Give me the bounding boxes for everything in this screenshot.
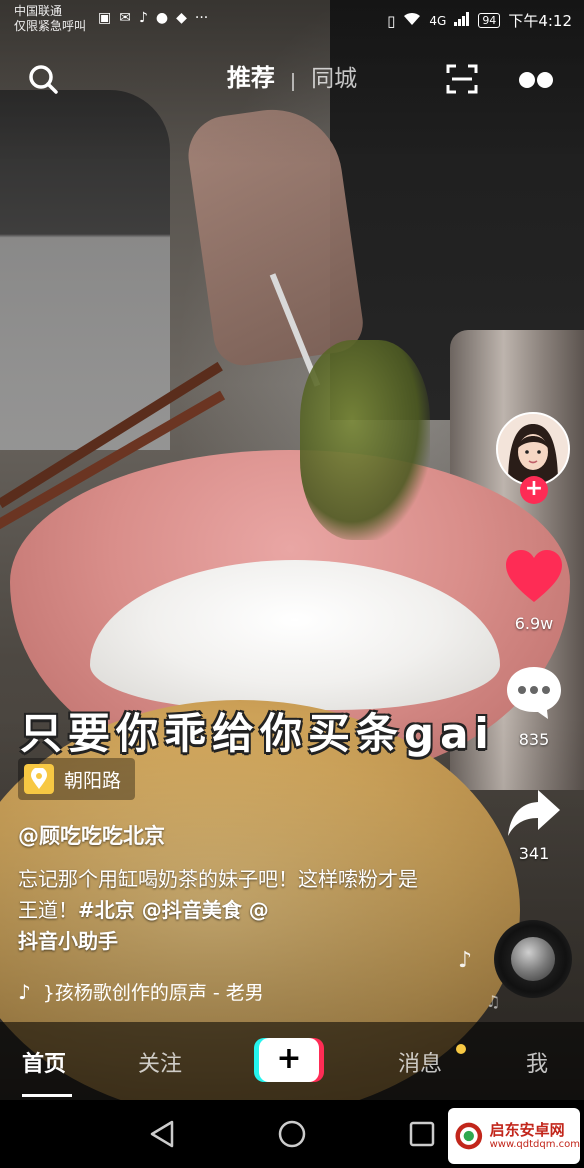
music-cover-icon	[511, 937, 555, 981]
avatar[interactable]	[496, 412, 570, 486]
location-tag[interactable]: 朝阳路	[18, 758, 136, 800]
hashtag-link[interactable]: #北京	[78, 898, 135, 922]
tiktok-note-icon: ♪	[18, 979, 31, 1004]
music-title: }孩杨歌创作的原声 - 老男	[42, 982, 264, 1004]
back-icon[interactable]	[146, 1118, 178, 1150]
tab-recommend[interactable]: 推荐	[221, 58, 281, 93]
active-tab-indicator	[22, 1094, 72, 1097]
author-name[interactable]: @顾吃吃吃北京	[18, 820, 165, 850]
tiktok-icon: ♪	[138, 10, 148, 26]
watermark-url: www.qdtdqm.com	[489, 1139, 580, 1150]
system-status: ▯ 4G 94 下午4:12	[387, 10, 572, 31]
create-button[interactable]: +	[254, 1038, 324, 1082]
like-count: 6.9w	[514, 614, 554, 633]
heart-icon[interactable]	[504, 548, 564, 604]
notification-dot	[456, 1044, 466, 1054]
screen: 中国联通 仅限紧急呼叫 ▣ ✉ ♪ ● ◆ ··· ▯ 4G 94 下午4:12	[0, 0, 584, 1168]
more-icon[interactable]	[518, 70, 554, 90]
notification-icons: ▣ ✉ ♪ ● ◆ ···	[98, 10, 208, 26]
scan-icon[interactable]	[446, 64, 478, 94]
battery-icon: 94	[478, 13, 501, 28]
carrier-info: 中国联通 仅限紧急呼叫	[14, 4, 86, 34]
plus-icon: +	[259, 1038, 319, 1082]
location-pin-icon	[24, 764, 54, 794]
feed-tabs: 推荐 同城	[0, 58, 584, 93]
video-subtitle: 只要你乖给你买条gai	[20, 709, 495, 758]
gallery-icon: ▣	[98, 10, 112, 26]
music-note-icon: ♫	[486, 992, 501, 1011]
network-type: 4G	[429, 13, 447, 28]
bottom-tab-bar: 首页 关注 + 消息 我	[0, 1022, 584, 1100]
avatar-portrait-icon	[498, 414, 568, 484]
home-icon[interactable]	[276, 1118, 308, 1150]
watermark-logo-icon	[455, 1122, 483, 1150]
video-caption: 忘记那个用缸喝奶茶的妹子吧！这样嗦粉才是王道！#北京 @抖音美食 @ 抖音小助手	[18, 864, 418, 957]
mention-link[interactable]: 抖音小助手	[18, 929, 118, 953]
tab-divider	[292, 72, 294, 91]
tab-follow[interactable]: 关注	[138, 1046, 182, 1078]
app-icon: ◆	[176, 10, 187, 26]
watermark-name: 启东安卓网	[489, 1121, 565, 1139]
wechat-icon: ✉	[119, 10, 131, 26]
recent-apps-icon[interactable]	[408, 1120, 436, 1148]
signal-icon	[454, 11, 470, 30]
carrier-status: 仅限紧急呼叫	[14, 19, 87, 33]
comment-icon[interactable]	[504, 664, 564, 720]
wifi-icon	[403, 12, 421, 30]
tab-home[interactable]: 首页	[22, 1046, 66, 1078]
top-nav: 推荐 同城	[0, 52, 584, 102]
status-bar: 中国联通 仅限紧急呼叫 ▣ ✉ ♪ ● ◆ ··· ▯ 4G 94 下午4:12	[0, 0, 584, 40]
tab-messages[interactable]: 消息	[398, 1046, 442, 1078]
clock: 下午4:12	[508, 12, 572, 30]
music-info[interactable]: ♪ }孩杨歌创作的原声 - 老男	[18, 978, 264, 1005]
location-label: 朝阳路	[64, 769, 122, 792]
tab-me[interactable]: 我	[526, 1046, 548, 1078]
share-icon[interactable]	[506, 788, 562, 838]
carrier-name: 中国联通	[14, 4, 63, 18]
music-note-icon: ♪	[458, 948, 473, 973]
mention-link[interactable]: @抖音美食 @	[135, 898, 269, 922]
vibrate-icon: ▯	[387, 11, 396, 30]
share-count: 341	[518, 844, 550, 863]
site-watermark: 启东安卓网 www.qdtdqm.com	[448, 1108, 580, 1164]
tab-local[interactable]: 同城	[305, 59, 363, 93]
music-disc[interactable]	[494, 920, 572, 998]
more-notifications-icon: ···	[194, 10, 209, 26]
comment-count: 835	[518, 730, 550, 749]
message-icon: ●	[155, 10, 169, 26]
follow-button[interactable]: +	[520, 476, 548, 504]
